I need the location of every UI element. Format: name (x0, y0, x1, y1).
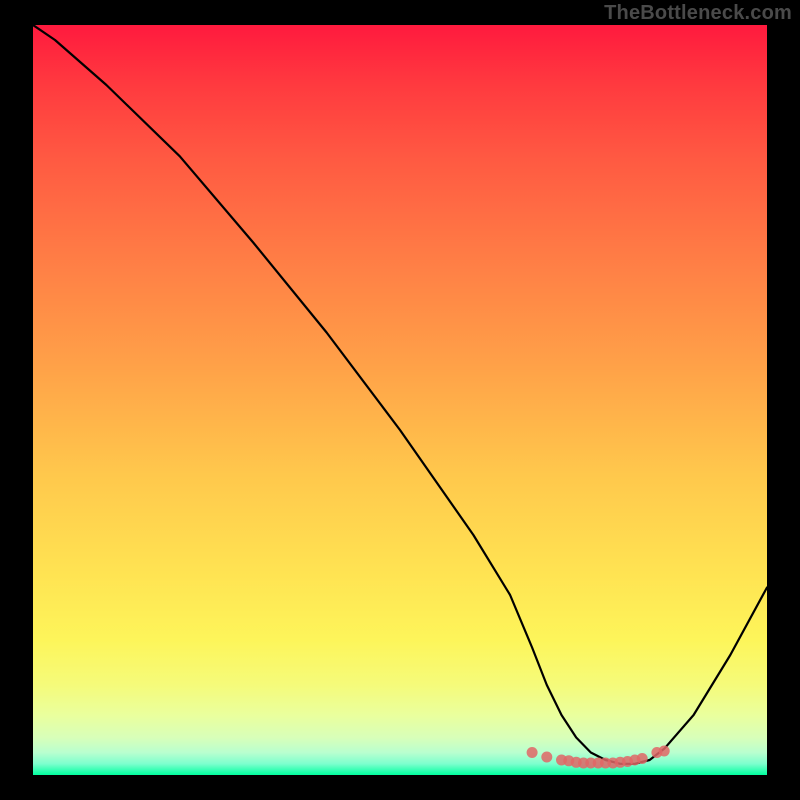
gradient-plot-area (33, 25, 767, 775)
chart-frame: TheBottleneck.com (0, 0, 800, 800)
watermark-text: TheBottleneck.com (604, 2, 792, 25)
